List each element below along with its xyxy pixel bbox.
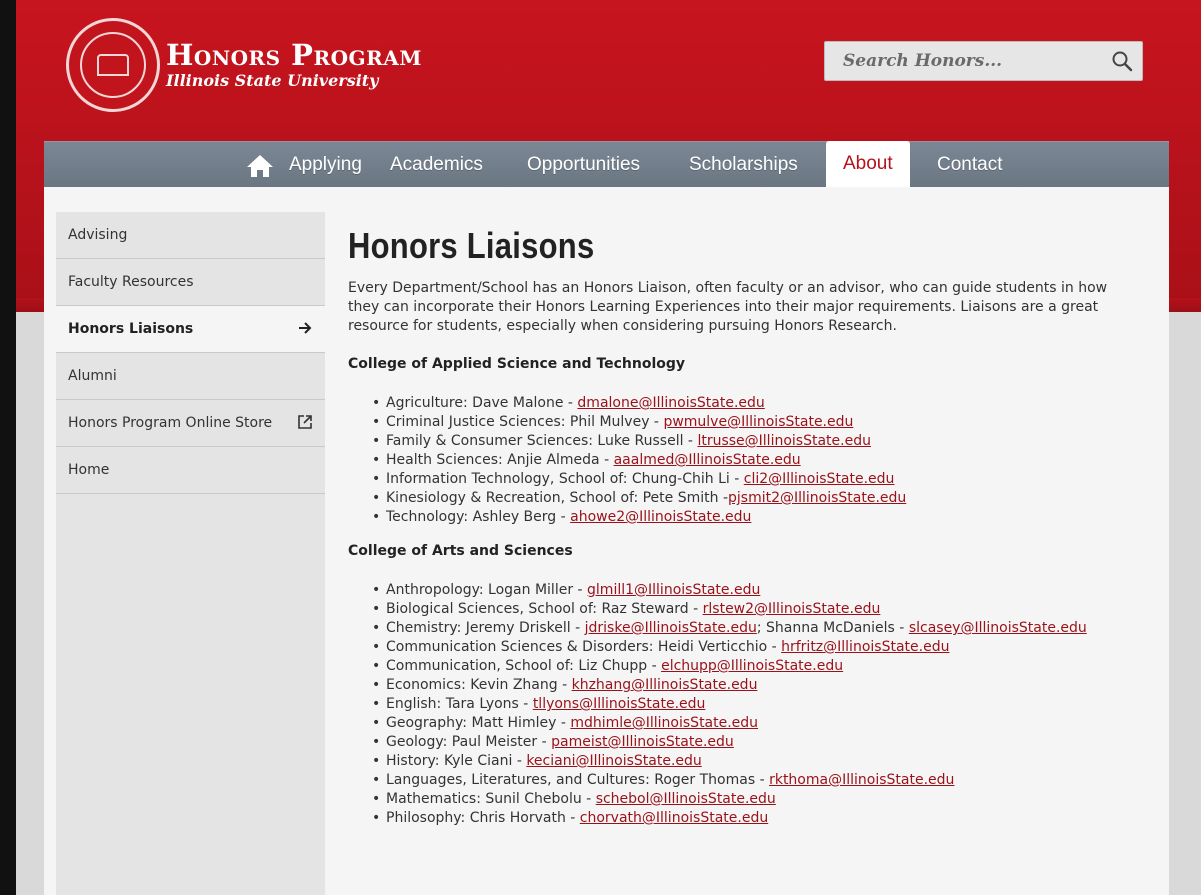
email-link[interactable]: chorvath@IllinoisState.edu <box>580 810 768 826</box>
content-area: Advising Faculty Resources Honors Liaiso… <box>44 187 1169 895</box>
nav-applying[interactable]: Applying <box>289 142 362 188</box>
intro-paragraph: Every Department/School has an Honors Li… <box>348 280 1108 334</box>
site-title[interactable]: Honors Program <box>166 38 422 72</box>
external-link-icon <box>297 414 313 434</box>
sidebar-item-home[interactable]: Home <box>56 447 325 494</box>
sidebar-item-label: Faculty Resources <box>68 274 194 290</box>
sidebar-item-honors-liaisons[interactable]: Honors Liaisons <box>56 306 325 353</box>
main-nav: Applying Academics Opportunities Scholar… <box>44 141 1169 188</box>
site-subtitle[interactable]: Illinois State University <box>166 71 378 90</box>
email-link[interactable]: slcasey@IllinoisState.edu <box>909 620 1087 636</box>
sidebar-item-faculty-resources[interactable]: Faculty Resources <box>56 259 325 306</box>
page-title: Honors Liaisons <box>348 225 595 266</box>
email-link[interactable]: aaalmed@IllinoisState.edu <box>614 452 801 468</box>
sidebar-item-label: Advising <box>68 227 128 243</box>
nav-scholarships[interactable]: Scholarships <box>689 142 798 188</box>
liaison-list: Anthropology: Logan Miller - glmill1@Ill… <box>348 581 1108 828</box>
college-heading: College of Applied Science and Technolog… <box>348 356 686 372</box>
list-item: Philosophy: Chris Horvath - chorvath@Ill… <box>372 809 1108 828</box>
list-item: Languages, Literatures, and Cultures: Ro… <box>372 771 1108 790</box>
email-link[interactable]: jdriske@IllinoisState.edu <box>585 620 757 636</box>
email-link[interactable]: pjsmit2@IllinoisState.edu <box>728 490 906 506</box>
list-item: Biological Sciences, School of: Raz Stew… <box>372 600 1108 619</box>
sidebar-item-advising[interactable]: Advising <box>56 212 325 259</box>
university-seal-logo[interactable] <box>66 18 160 112</box>
search-box <box>824 41 1143 81</box>
nav-opportunities[interactable]: Opportunities <box>527 142 640 188</box>
sidebar-item-alumni[interactable]: Alumni <box>56 353 325 400</box>
email-link[interactable]: ahowe2@IllinoisState.edu <box>570 509 751 525</box>
list-item: History: Kyle Ciani - keciani@IllinoisSt… <box>372 752 1108 771</box>
arrow-right-icon <box>297 320 313 340</box>
nav-academics[interactable]: Academics <box>390 142 483 188</box>
email-link[interactable]: schebol@IllinoisState.edu <box>596 791 776 807</box>
email-link[interactable]: keciani@IllinoisState.edu <box>526 753 701 769</box>
seal-inner <box>80 32 146 98</box>
email-link[interactable]: pameist@IllinoisState.edu <box>551 734 734 750</box>
email-link[interactable]: rlstew2@IllinoisState.edu <box>703 601 881 617</box>
email-link[interactable]: glmill1@IllinoisState.edu <box>587 582 760 598</box>
left-edge <box>0 0 16 895</box>
email-link[interactable]: elchupp@IllinoisState.edu <box>661 658 843 674</box>
list-item: Criminal Justice Sciences: Phil Mulvey -… <box>372 413 1108 432</box>
list-item: Family & Consumer Sciences: Luke Russell… <box>372 432 1108 451</box>
list-item: Economics: Kevin Zhang - khzhang@Illinoi… <box>372 676 1108 695</box>
page: Honors Program Illinois State University… <box>0 0 1201 895</box>
list-item: Agriculture: Dave Malone - dmalone@Illin… <box>372 394 1108 413</box>
list-item: English: Tara Lyons - tllyons@IllinoisSt… <box>372 695 1108 714</box>
email-link[interactable]: tllyons@IllinoisState.edu <box>533 696 706 712</box>
nav-contact[interactable]: Contact <box>937 142 1002 188</box>
list-item: Communication Sciences & Disorders: Heid… <box>372 638 1108 657</box>
sidebar-item-label: Honors Liaisons <box>68 321 194 337</box>
sidebar-item-label: Alumni <box>68 368 117 384</box>
main-content: Honors Liaisons Every Department/School … <box>348 187 1108 828</box>
list-item: Mathematics: Sunil Chebolu - schebol@Ill… <box>372 790 1108 809</box>
email-link[interactable]: cli2@IllinoisState.edu <box>744 471 895 487</box>
list-item: Anthropology: Logan Miller - glmill1@Ill… <box>372 581 1108 600</box>
email-link[interactable]: dmalone@IllinoisState.edu <box>577 395 764 411</box>
email-link[interactable]: hrfritz@IllinoisState.edu <box>781 639 949 655</box>
email-link[interactable]: ltrusse@IllinoisState.edu <box>697 433 871 449</box>
search-icon[interactable] <box>1102 50 1142 72</box>
college-heading: College of Arts and Sciences <box>348 543 573 559</box>
search-input[interactable] <box>825 42 1102 80</box>
liaison-list: Agriculture: Dave Malone - dmalone@Illin… <box>348 394 1108 527</box>
nav-about[interactable]: About <box>826 141 910 188</box>
sidebar-item-label: Home <box>68 462 110 478</box>
email-link[interactable]: khzhang@IllinoisState.edu <box>572 677 758 693</box>
list-item: Chemistry: Jeremy Driskell - jdriske@Ill… <box>372 619 1108 638</box>
sidebar: Advising Faculty Resources Honors Liaiso… <box>56 212 325 895</box>
email-link[interactable]: rkthoma@IllinoisState.edu <box>769 772 954 788</box>
list-item: Technology: Ashley Berg - ahowe2@Illinoi… <box>372 508 1108 527</box>
home-icon[interactable] <box>242 150 278 182</box>
list-item: Kinesiology & Recreation, School of: Pet… <box>372 489 1108 508</box>
email-link[interactable]: mdhimle@IllinoisState.edu <box>570 715 758 731</box>
list-item: Information Technology, School of: Chung… <box>372 470 1108 489</box>
list-item: Health Sciences: Anjie Almeda - aaalmed@… <box>372 451 1108 470</box>
book-icon <box>97 54 129 76</box>
sidebar-item-label: Honors Program Online Store <box>68 415 273 431</box>
list-item: Communication, School of: Liz Chupp - el… <box>372 657 1108 676</box>
list-item: Geography: Matt Himley - mdhimle@Illinoi… <box>372 714 1108 733</box>
email-link[interactable]: pwmulve@IllinoisState.edu <box>663 414 853 430</box>
sidebar-item-online-store[interactable]: Honors Program Online Store <box>56 400 325 447</box>
list-item: Geology: Paul Meister - pameist@Illinois… <box>372 733 1108 752</box>
